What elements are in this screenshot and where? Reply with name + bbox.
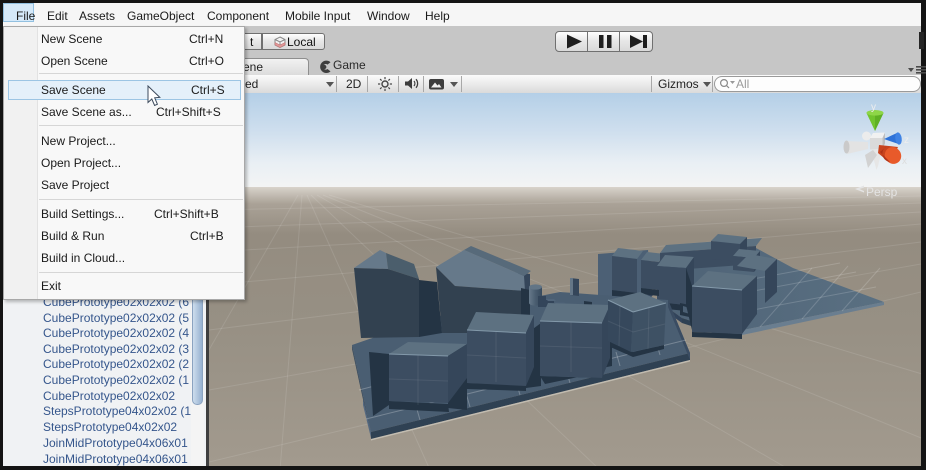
svg-text:x: x: [902, 156, 907, 167]
svg-text:y: y: [871, 102, 876, 113]
svg-text:z: z: [904, 135, 909, 146]
svg-text:Persp: Persp: [866, 185, 898, 199]
